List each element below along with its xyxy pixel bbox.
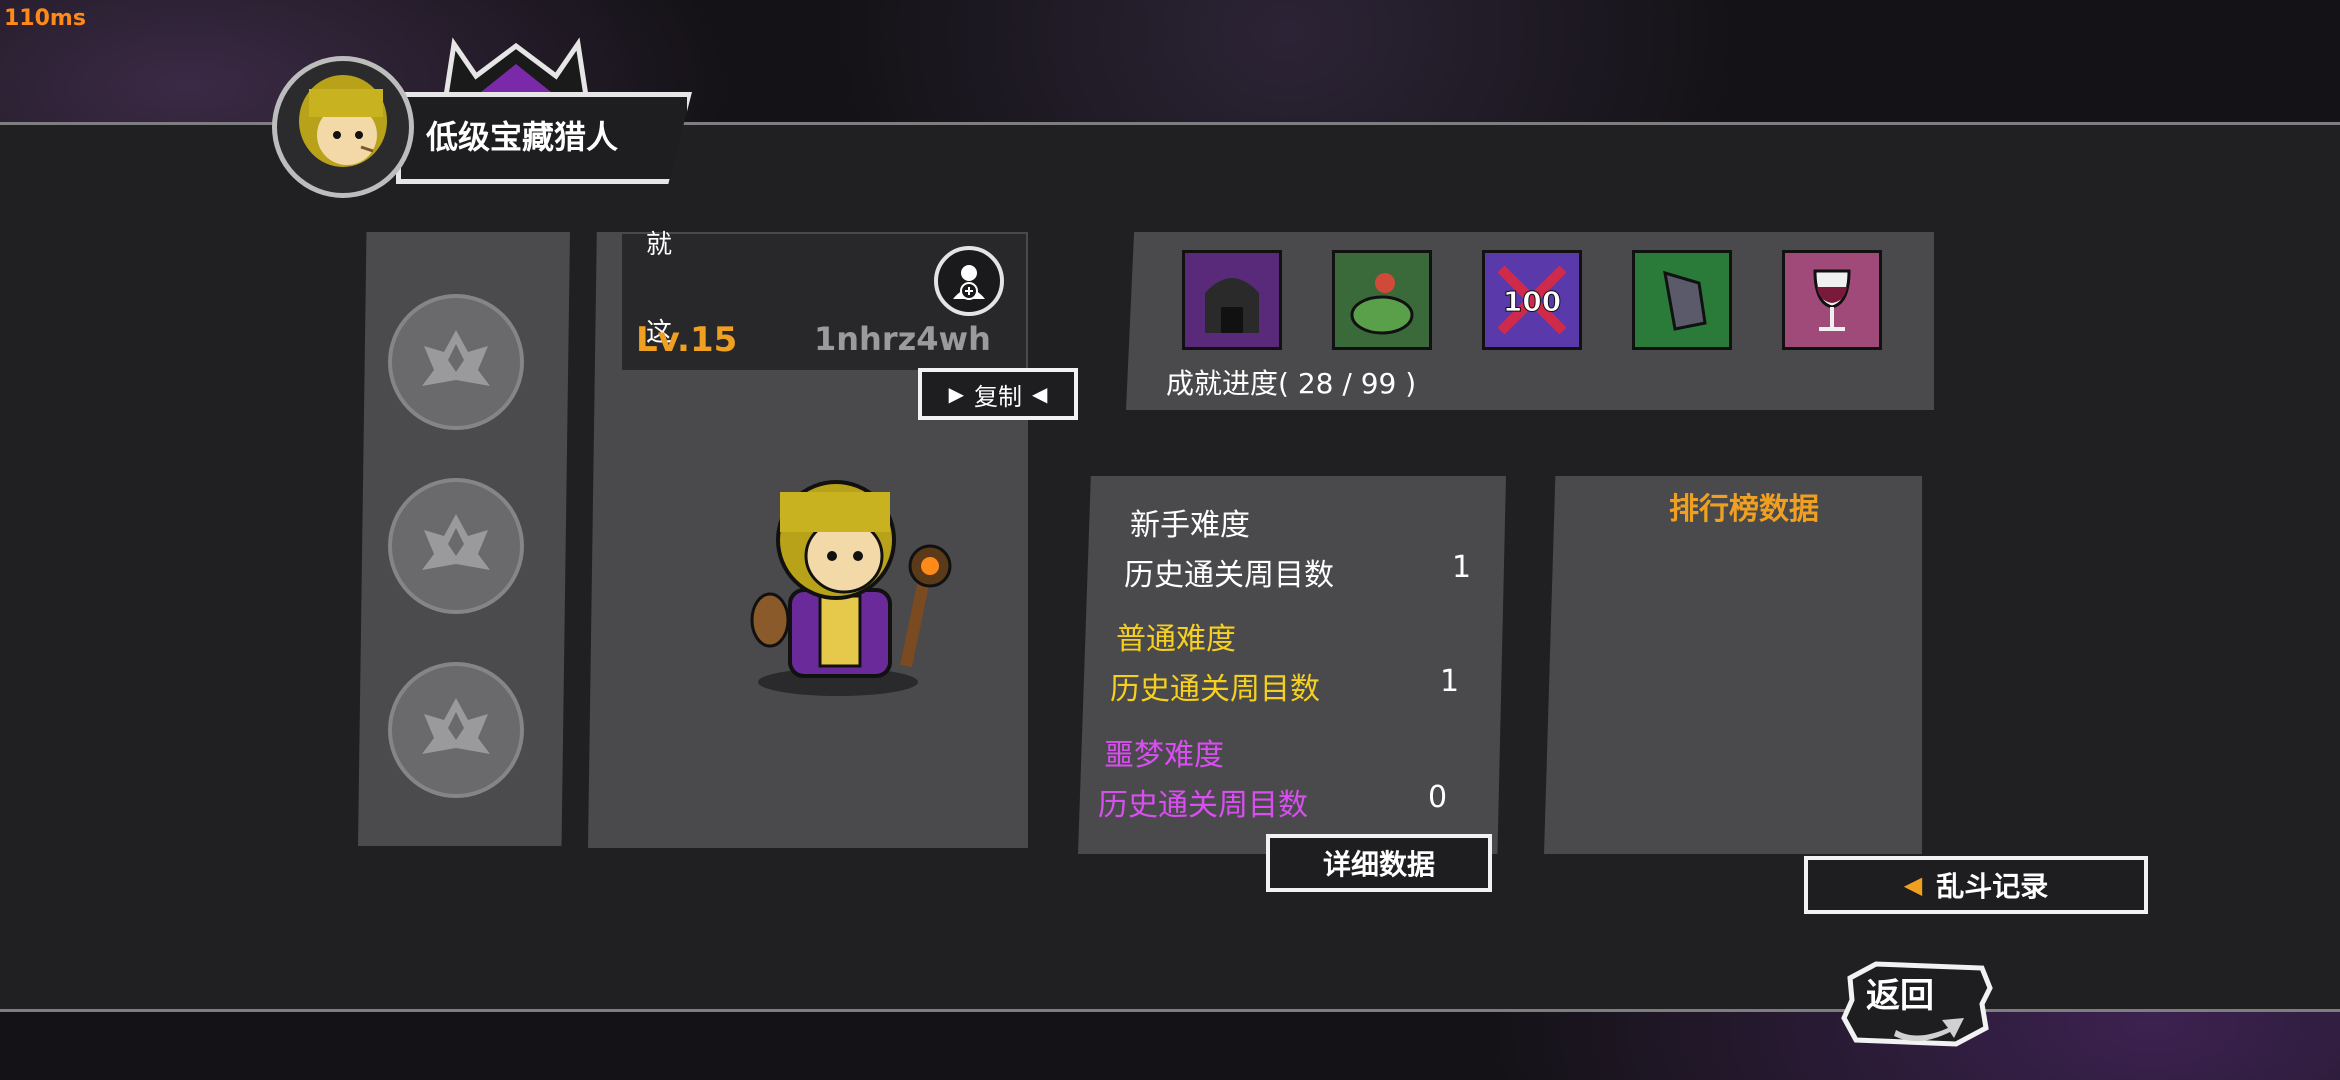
brawl-record-label: 乱斗记录 xyxy=(1936,870,2049,903)
lotus-icon xyxy=(422,330,490,386)
play-left-icon: ◀ xyxy=(1032,382,1048,406)
empty-slot-2[interactable] xyxy=(388,478,524,614)
character-sprite xyxy=(750,480,952,696)
hundred-crossed-icon[interactable]: 100 xyxy=(1482,250,1582,350)
play-right-icon: ▶ xyxy=(948,382,964,406)
nightmare-clears-label: 历史通关周目数 xyxy=(1098,788,1308,823)
arrow-left-icon: ◀ xyxy=(1903,871,1923,899)
normal-clears-value: 1 xyxy=(1440,664,1460,699)
copy-uid-button[interactable]: ▶ 复制 ◀ xyxy=(918,368,1078,420)
nightmare-difficulty-label: 噩梦难度 xyxy=(1104,738,1224,773)
leaderboard-title: 排行榜数据 xyxy=(1669,492,1819,527)
normal-clears-label: 历史通关周目数 xyxy=(1110,672,1320,707)
player-avatar[interactable] xyxy=(272,56,414,198)
empty-slot-3[interactable] xyxy=(388,662,524,798)
svg-text:100: 100 xyxy=(1503,285,1561,318)
normal-difficulty-label: 普通难度 xyxy=(1116,622,1236,657)
copy-label: 复制 xyxy=(974,382,1022,411)
green-creature-icon[interactable] xyxy=(1632,250,1732,350)
player-name-char-1: 就 xyxy=(646,230,673,260)
brawl-record-button[interactable]: ◀ 乱斗记录 xyxy=(1804,856,2148,914)
details-button[interactable]: 详细数据 xyxy=(1266,834,1492,892)
player-level: Lv.15 xyxy=(636,320,738,360)
dungeon-gate-icon[interactable] xyxy=(1182,250,1282,350)
achievement-progress: 成就进度( 28 / 99 ) xyxy=(1166,367,1417,400)
avatar-portrait-icon xyxy=(299,75,387,167)
novice-clears-label: 历史通关周目数 xyxy=(1124,558,1334,593)
novice-clears-value: 1 xyxy=(1452,550,1472,585)
add-friend-button[interactable] xyxy=(934,246,1004,316)
back-label: 返回 xyxy=(1866,976,1934,1016)
nightmare-clears-value: 0 xyxy=(1428,780,1448,815)
leaderboard-panel xyxy=(1544,476,1922,854)
lotus-icon xyxy=(422,514,490,570)
ping-indicator: 110ms xyxy=(4,6,86,31)
empty-slot-1[interactable] xyxy=(388,294,524,430)
player-title: 低级宝藏猎人 xyxy=(426,118,619,156)
wine-glass-icon[interactable] xyxy=(1782,250,1882,350)
lotus-icon xyxy=(422,698,490,754)
player-uid: 1nhrz4wh xyxy=(814,320,991,358)
add-friend-icon xyxy=(953,265,985,300)
frog-rider-icon[interactable] xyxy=(1332,250,1432,350)
novice-difficulty-label: 新手难度 xyxy=(1130,508,1250,543)
